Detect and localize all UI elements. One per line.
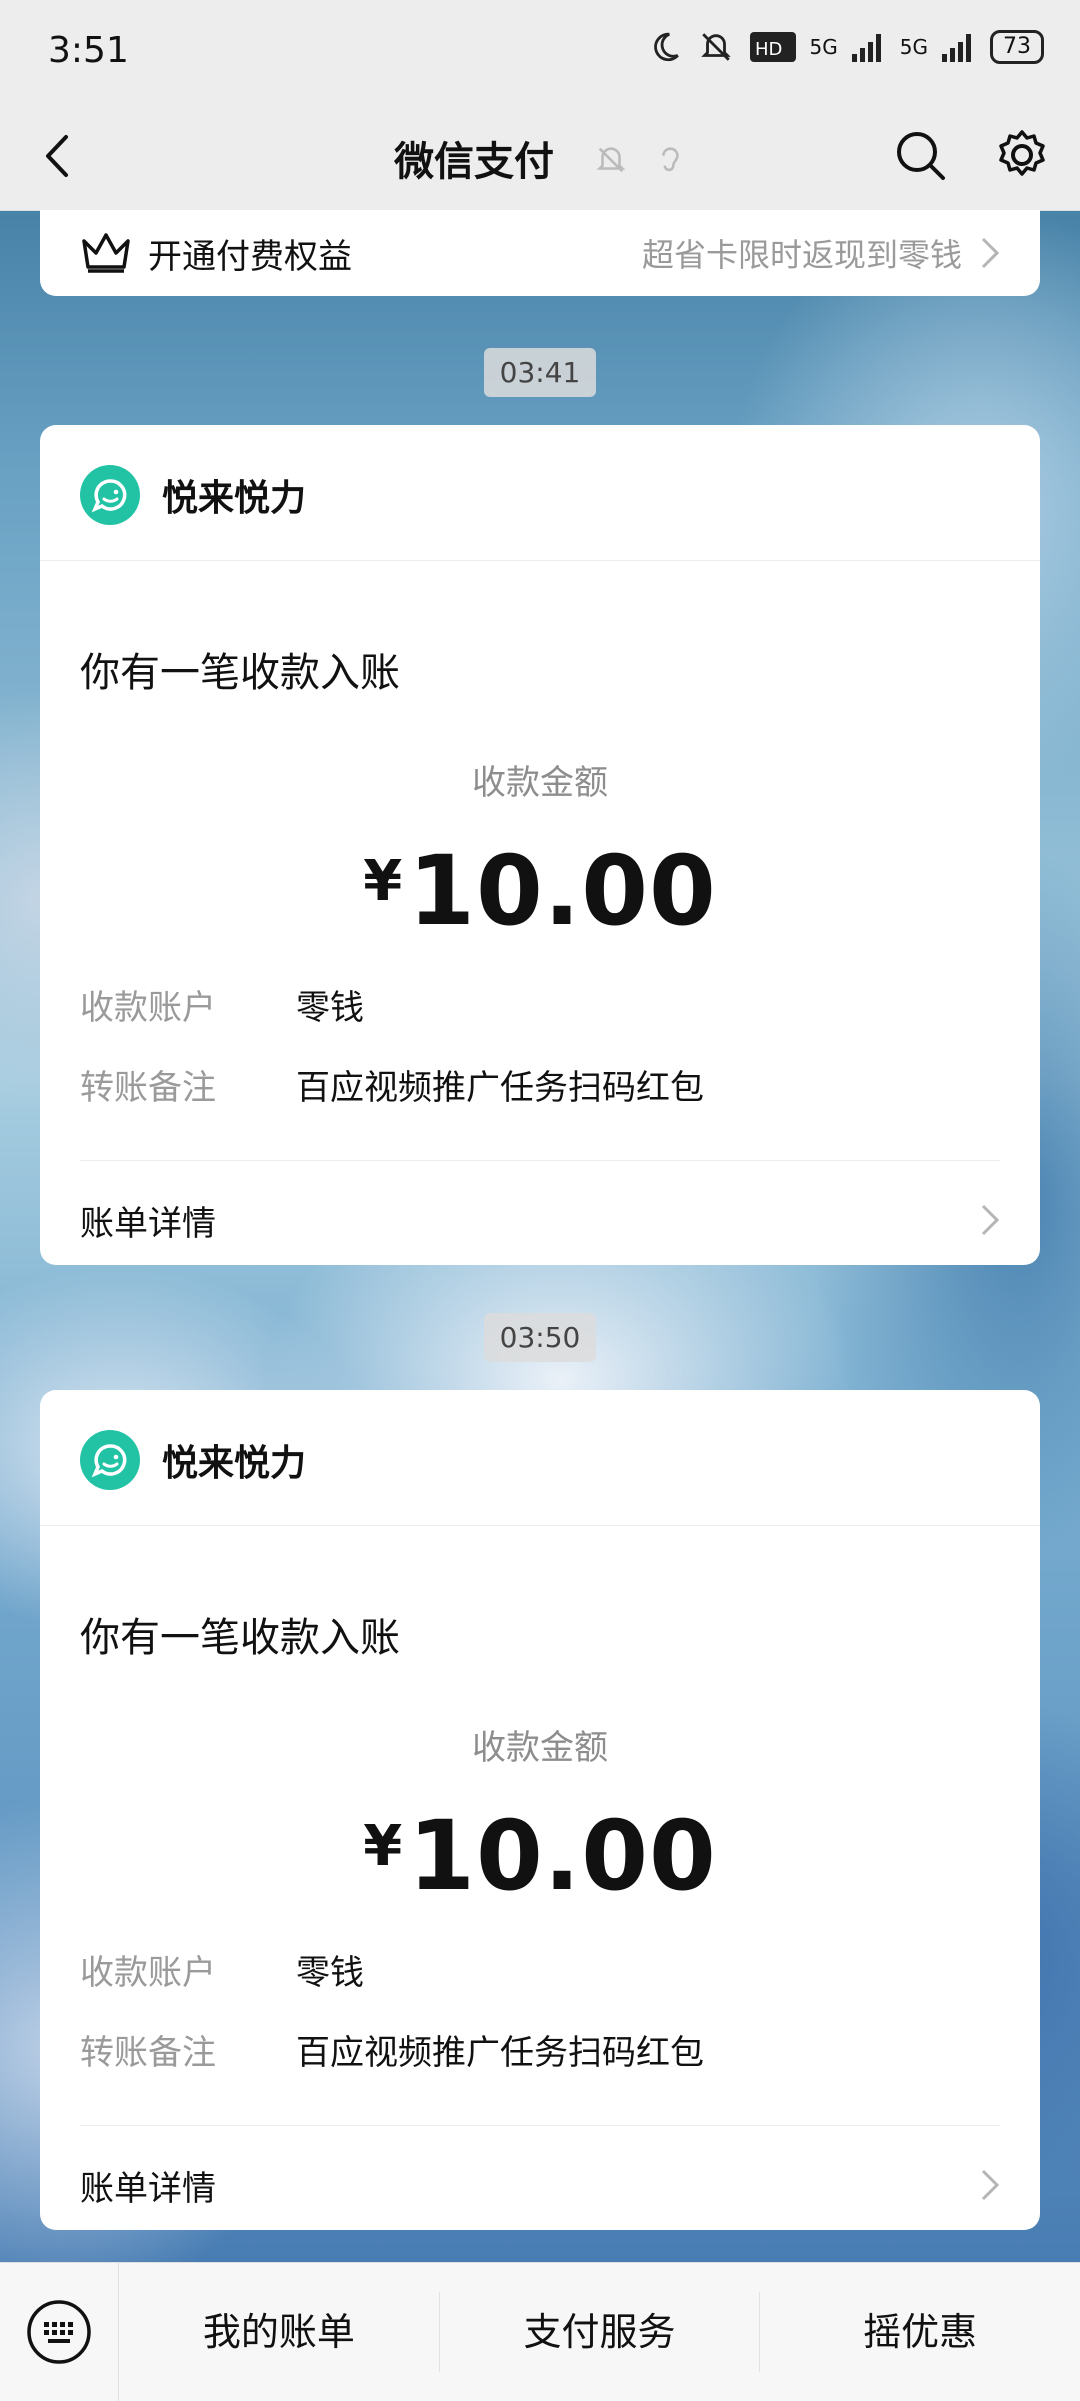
account-value: 零钱 [296, 988, 364, 1028]
title-icons [594, 141, 686, 187]
note-label: 转账备注 [80, 2033, 216, 2073]
merchant-logo [80, 465, 140, 525]
merchant-header[interactable]: 悦来悦力 [80, 1430, 306, 1490]
status-bar: 3:51 HD 5G 5G 73 [0, 0, 1080, 105]
divider [40, 560, 1040, 561]
status-icons: HD 5G 5G 73 [648, 30, 1044, 64]
keyboard-toggle-button[interactable] [0, 2263, 119, 2401]
merchant-name: 悦来悦力 [162, 1443, 307, 1484]
perk-row[interactable]: 开通付费权益 超省卡限时返现到零钱 [80, 210, 1000, 296]
message-headline: 你有一笔收款入账 [80, 650, 400, 696]
chat-bubble-icon [91, 479, 127, 513]
hd-icon: HD [749, 32, 796, 62]
ear-icon [661, 147, 679, 172]
amount: ¥10.00 [40, 1800, 1040, 1912]
search-icon[interactable] [892, 127, 948, 183]
account-row: 收款账户 零钱 [80, 980, 1000, 1029]
gear-icon[interactable] [994, 127, 1050, 183]
message-headline: 你有一笔收款入账 [80, 1615, 400, 1661]
muted-bell-icon [596, 147, 626, 173]
keyboard-icon [27, 2300, 91, 2364]
note-value: 百应视频推广任务扫码红包 [296, 1068, 704, 1108]
chevron-right-icon [981, 1204, 1000, 1236]
status-time: 3:51 [48, 30, 129, 71]
crown-icon [82, 233, 130, 273]
bill-detail-label: 账单详情 [80, 2168, 216, 2209]
nav-bar: 微信支付 [0, 105, 1080, 211]
menu-my-bills[interactable]: 我的账单 [119, 2292, 440, 2372]
chevron-right-icon [981, 237, 1000, 269]
bill-detail-link[interactable]: 账单详情 [80, 2155, 1000, 2215]
amount-value: 10.00 [408, 1800, 717, 1912]
timestamp-label: 03:41 [483, 348, 597, 397]
note-value: 百应视频推广任务扫码红包 [296, 2033, 704, 2073]
nav-actions [892, 127, 1050, 183]
currency-symbol: ¥ [363, 1814, 403, 1879]
perk-left: 开通付费权益 [80, 229, 352, 278]
payment-message-card[interactable]: 悦来悦力 你有一笔收款入账 收款金额 ¥10.00 收款账户 零钱 转账备注 百… [40, 425, 1040, 1265]
network-5g-2: 5G [899, 35, 928, 59]
account-label: 收款账户 [80, 1953, 216, 1993]
amount-value: 10.00 [408, 835, 717, 947]
payment-message-card[interactable]: 悦来悦力 你有一笔收款入账 收款金额 ¥10.00 收款账户 零钱 转账备注 百… [40, 1390, 1040, 2230]
account-label: 收款账户 [80, 988, 216, 1028]
timestamp: 03:50 [0, 1313, 1080, 1362]
svg-text:HD: HD [755, 39, 782, 60]
paid-perk-card[interactable]: 开通付费权益 超省卡限时返现到零钱 [40, 210, 1040, 296]
moon-icon [653, 32, 679, 62]
chat-bubble-icon [91, 1444, 127, 1478]
merchant-logo [80, 1430, 140, 1490]
timestamp-label: 03:50 [483, 1313, 597, 1362]
merchant-name: 悦来悦力 [162, 478, 307, 519]
network-5g-1: 5G [809, 35, 838, 59]
note-row: 转账备注 百应视频推广任务扫码红包 [80, 2025, 1000, 2074]
bill-detail-link[interactable]: 账单详情 [80, 1190, 1000, 1250]
signal-icon-1 [851, 34, 881, 62]
amount-label: 收款金额 [472, 763, 608, 803]
currency-symbol: ¥ [363, 849, 403, 914]
timestamp: 03:41 [0, 348, 1080, 397]
battery-indicator: 73 [990, 30, 1044, 64]
amount: ¥10.00 [40, 835, 1040, 947]
perk-right: 超省卡限时返现到零钱 [642, 230, 1000, 276]
divider [80, 2125, 1000, 2126]
chevron-right-icon [981, 2169, 1000, 2201]
page-title: 微信支付 [394, 139, 555, 185]
account-value: 零钱 [296, 1953, 364, 1993]
signal-icon-2 [942, 34, 971, 62]
menu-payment-services[interactable]: 支付服务 [440, 2292, 761, 2372]
perk-label: 开通付费权益 [148, 236, 352, 277]
divider [80, 1160, 1000, 1161]
bill-detail-label: 账单详情 [80, 1203, 216, 1244]
divider [40, 1525, 1040, 1526]
note-label: 转账备注 [80, 1068, 216, 1108]
amount-label: 收款金额 [472, 1728, 608, 1768]
bottom-menu-bar: 我的账单 支付服务 摇优惠 [0, 2262, 1080, 2401]
merchant-header[interactable]: 悦来悦力 [80, 465, 306, 525]
mute-icon [700, 33, 731, 61]
account-row: 收款账户 零钱 [80, 1945, 1000, 1994]
menu-shake-offers[interactable]: 摇优惠 [760, 2292, 1080, 2372]
perk-promo: 超省卡限时返现到零钱 [641, 236, 962, 274]
note-row: 转账备注 百应视频推广任务扫码红包 [80, 1060, 1000, 1109]
